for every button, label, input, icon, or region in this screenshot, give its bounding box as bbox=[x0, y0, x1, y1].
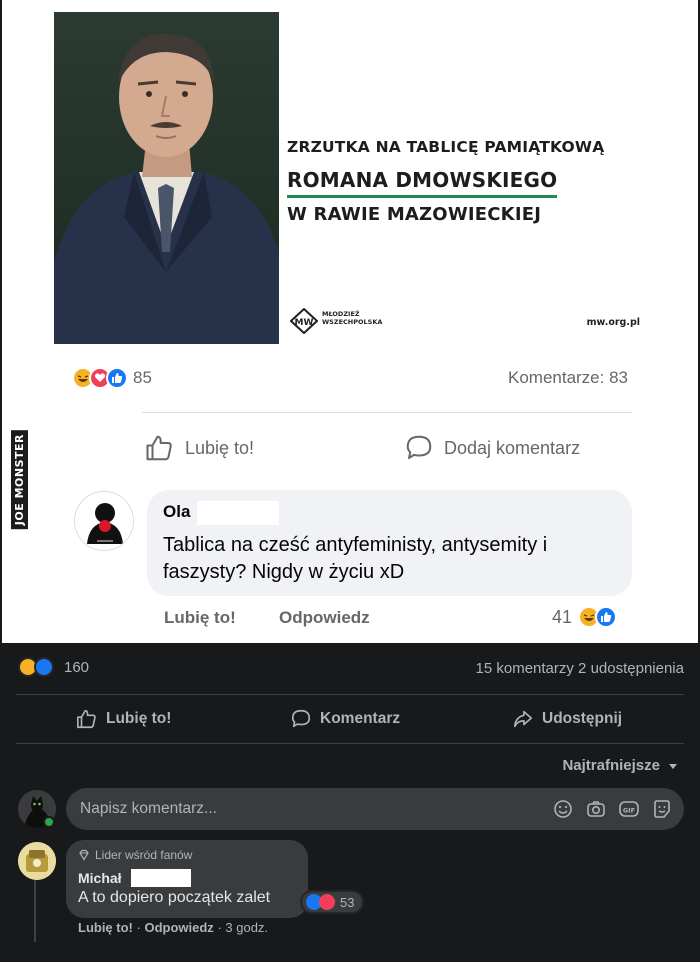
comment-label: Dodaj komentarz bbox=[444, 437, 581, 458]
reply-thread-line bbox=[34, 878, 36, 942]
sticker-icon[interactable] bbox=[650, 797, 674, 821]
top-fan-badge[interactable]: Lider wśród fanów bbox=[78, 848, 192, 862]
post-reactions-summary[interactable]: 160 bbox=[18, 657, 89, 677]
organization-logo: MW bbox=[290, 308, 318, 334]
divider bbox=[16, 694, 684, 695]
share-button[interactable]: Udostępnij bbox=[512, 708, 622, 730]
campaign-banner: ZRZUTKA NA TABLICĘ PAMIĄTKOWĄ ROMANA DMO… bbox=[54, 12, 666, 344]
svg-text:GIF: GIF bbox=[623, 807, 635, 815]
comment-reactions[interactable]: 41 bbox=[552, 606, 618, 628]
comment-input-tools: GIF bbox=[551, 797, 674, 821]
post-action-bar: Lubię to! Komentarz Udostępnij bbox=[0, 700, 700, 736]
comment-reaction-count: 41 bbox=[552, 606, 573, 627]
redacted-surname bbox=[197, 501, 279, 525]
comment-text: A to dopiero początek zalet bbox=[78, 889, 271, 906]
thumbs-up-icon bbox=[146, 435, 172, 461]
sort-label: Najtrafniejsze bbox=[562, 757, 660, 774]
shared-post-screenshot: ZRZUTKA NA TABLICĘ PAMIĄTKOWĄ ROMANA DMO… bbox=[0, 0, 700, 643]
light-comment-button[interactable]: Dodaj komentarz bbox=[404, 432, 580, 464]
light-comments-count[interactable]: Komentarze: 83 bbox=[508, 368, 628, 388]
comment-text: Tablica na cześć antyfeministy, antysemi… bbox=[163, 534, 548, 583]
light-reaction-count: 85 bbox=[133, 368, 152, 387]
comment-reaction-count: 53 bbox=[340, 894, 355, 910]
comment-author[interactable]: Ola bbox=[163, 502, 190, 522]
post-stats-bar: 160 15 komentarzy 2 udostępnienia bbox=[0, 652, 700, 686]
divider bbox=[16, 743, 684, 744]
organization-name: MŁODZIEŻ WSZECHPOLSKA bbox=[322, 310, 383, 326]
commenter-avatar[interactable] bbox=[18, 842, 56, 880]
comment-timestamp[interactable]: 3 godz. bbox=[225, 920, 268, 935]
comment-like-link[interactable]: Lubię to! bbox=[164, 608, 236, 628]
like-reaction-icon bbox=[34, 657, 54, 677]
redacted-surname bbox=[131, 869, 191, 887]
comment-bubble-icon bbox=[291, 709, 311, 728]
commenter-avatar[interactable] bbox=[74, 491, 134, 551]
comment-meta: Lubię to! · Odpowiedz · 3 godz. bbox=[78, 920, 269, 935]
comment-bubble: Lider wśród fanów Michał A to dopiero po… bbox=[66, 840, 308, 918]
light-like-button[interactable]: Lubię to! bbox=[145, 432, 254, 464]
svg-text:MW: MW bbox=[295, 318, 314, 328]
comment-sort-dropdown[interactable]: Najtrafniejsze bbox=[562, 757, 680, 774]
love-reaction-icon bbox=[319, 894, 335, 910]
comment-button[interactable]: Komentarz bbox=[290, 708, 400, 730]
share-arrow-icon bbox=[513, 710, 533, 728]
comment-reply-link[interactable]: Odpowiedz bbox=[279, 608, 370, 628]
online-status-dot bbox=[43, 816, 55, 828]
post-reaction-count: 160 bbox=[64, 658, 90, 676]
light-reactions-summary[interactable]: 85 bbox=[72, 364, 152, 392]
banner-line-2: ROMANA DMOWSKIEGO bbox=[287, 166, 558, 198]
banner-headline: ZRZUTKA NA TABLICĘ PAMIĄTKOWĄ ROMANA DMO… bbox=[287, 138, 667, 228]
gif-icon[interactable]: GIF bbox=[617, 797, 641, 821]
comment-author[interactable]: Michał bbox=[78, 870, 122, 886]
comment-like-link[interactable]: Lubię to! bbox=[78, 920, 133, 935]
portrait-photo bbox=[54, 12, 279, 344]
comment-reply-link[interactable]: Odpowiedz bbox=[144, 920, 213, 935]
comment-bubble: Ola Tablica na cześć antyfeministy, anty… bbox=[147, 490, 632, 596]
like-reaction-icon bbox=[595, 606, 618, 628]
organization-url: mw.org.pl bbox=[586, 317, 640, 328]
like-reaction-icon bbox=[106, 367, 128, 389]
thumbs-up-icon bbox=[77, 709, 96, 729]
comment-reactions[interactable]: 53 bbox=[300, 890, 365, 914]
diamond-icon bbox=[79, 849, 89, 861]
like-button[interactable]: Lubię to! bbox=[76, 708, 171, 730]
banner-line-3: W RAWIE MAZOWIECKIEJ bbox=[287, 204, 542, 225]
divider bbox=[142, 412, 632, 413]
site-watermark: JOE MONSTER bbox=[8, 430, 32, 540]
comments-shares-count[interactable]: 15 komentarzy 2 udostępnienia bbox=[476, 660, 684, 677]
banner-line-1: ZRZUTKA NA TABLICĘ PAMIĄTKOWĄ bbox=[287, 138, 605, 156]
emoji-icon[interactable] bbox=[551, 797, 575, 821]
comment-bubble-icon bbox=[406, 435, 432, 459]
camera-icon[interactable] bbox=[584, 797, 608, 821]
caret-down-icon bbox=[669, 763, 677, 769]
like-label: Lubię to! bbox=[185, 437, 255, 458]
